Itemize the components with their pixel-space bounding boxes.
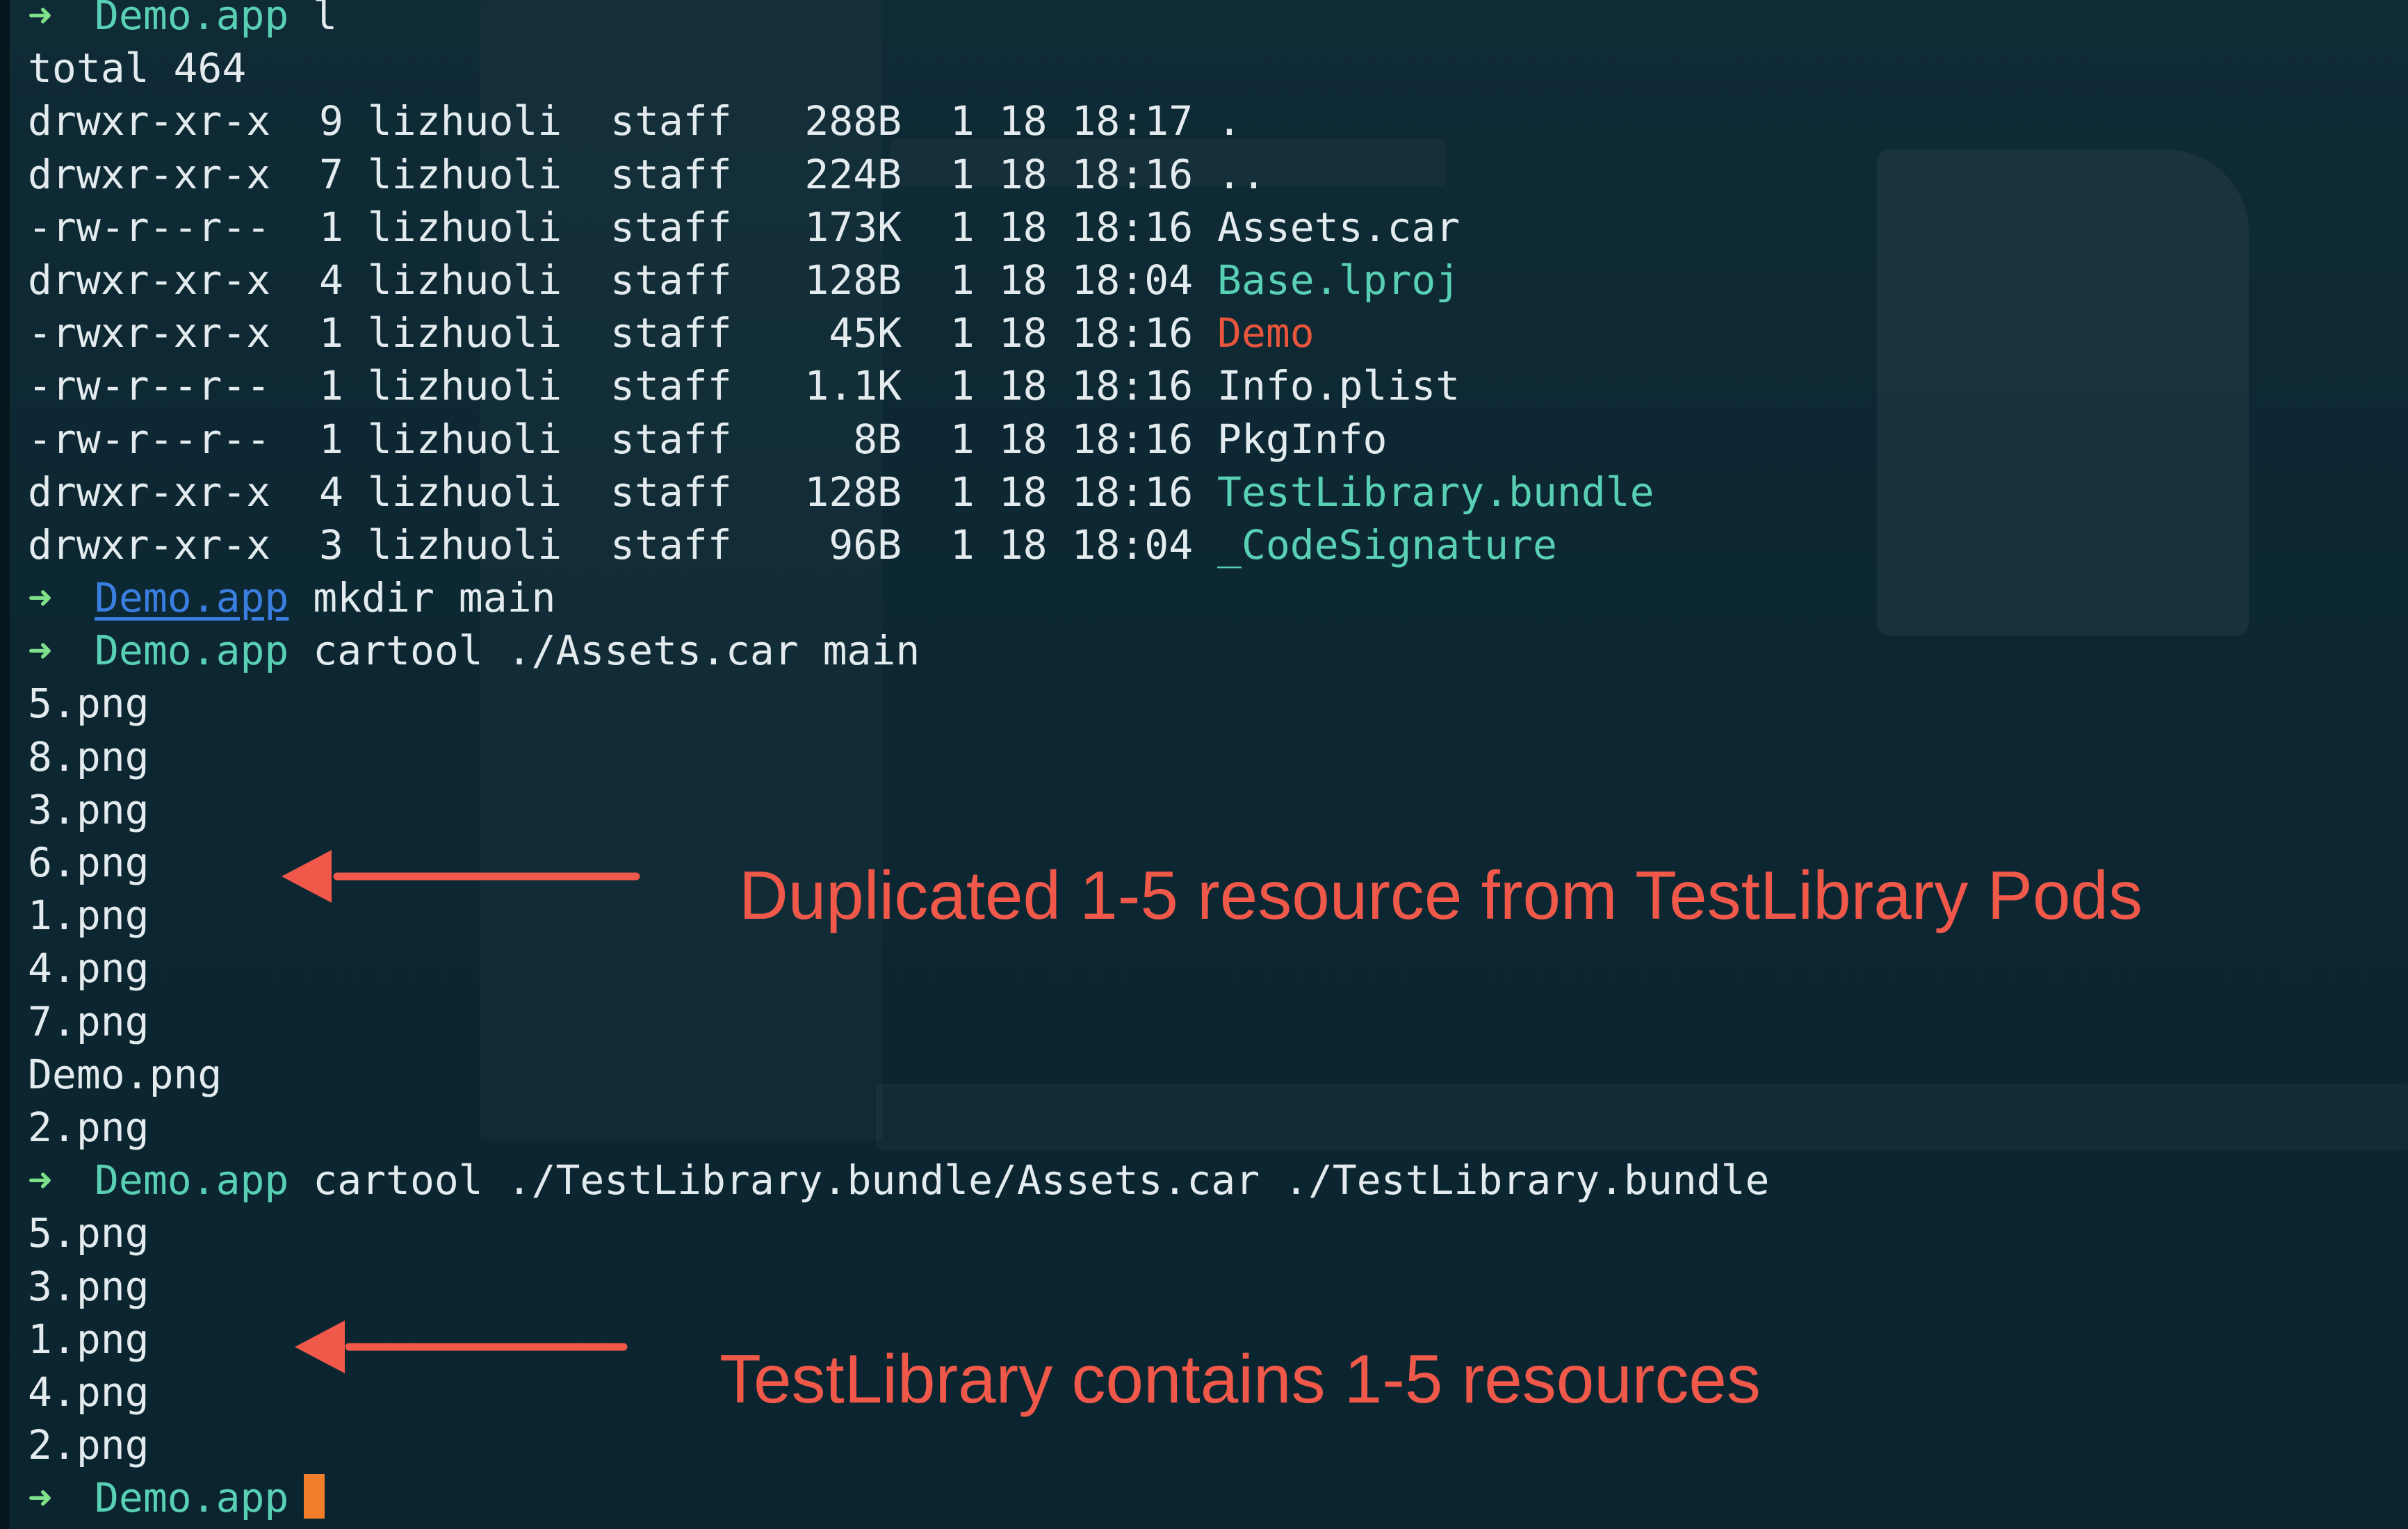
terminal-line: 2.png (28, 1101, 1769, 1154)
text-cursor[interactable] (304, 1474, 325, 1519)
ls-entry-meta: drwxr-xr-x 7 lizhuoli staff 224B 1 18 18… (28, 150, 1218, 198)
prompt-arrow-icon: ➜ (28, 1156, 52, 1204)
prompt-directory: Demo.app (95, 0, 289, 39)
output-text: 7.png (28, 997, 149, 1045)
ls-entry-meta: -rwxr-xr-x 1 lizhuoli staff 45K 1 18 18:… (28, 309, 1218, 357)
prompt-arrow-icon: ➜ (28, 627, 52, 675)
ls-entry-name: Base.lproj (1217, 256, 1461, 304)
terminal-line: 8.png (28, 730, 1769, 783)
ls-entry-meta: -rw-r--r-- 1 lizhuoli staff 8B 1 18 18:1… (28, 415, 1218, 463)
terminal-line: drwxr-xr-x 4 lizhuoli staff 128B 1 18 18… (28, 254, 1769, 306)
terminal-line: -rwxr-xr-x 1 lizhuoli staff 45K 1 18 18:… (28, 306, 1769, 359)
terminal-line: total 464 (28, 42, 1769, 95)
annotation-arrow-2 (295, 1320, 628, 1373)
terminal-line: -rw-r--r-- 1 lizhuoli staff 8B 1 18 18:1… (28, 413, 1769, 466)
output-text: 1.png (28, 1315, 149, 1363)
terminal-left-edge (0, 0, 10, 1529)
terminal-output[interactable]: ➜ Demo.app l total 464 drwxr-xr-x 9 lizhuol… (28, 0, 1769, 1524)
ls-entry-name: _CodeSignature (1217, 521, 1557, 569)
output-text: 4.png (28, 1368, 149, 1416)
output-text: 3.png (28, 1262, 149, 1310)
command-text: cartool ./Assets.car main (313, 627, 920, 675)
terminal-line: 7.png (28, 995, 1769, 1048)
ls-entry-name: PkgInfo (1217, 415, 1388, 463)
ls-entry-meta: drwxr-xr-x 3 lizhuoli staff 96B 1 18 18:… (28, 521, 1218, 569)
ls-entry-name: Info.plist (1217, 362, 1461, 410)
ls-entry-meta: drwxr-xr-x 9 lizhuoli staff 288B 1 18 18… (28, 97, 1218, 145)
terminal-line: ➜ Demo.app cartool ./TestLibrary.bundle/A… (28, 1154, 1769, 1207)
ls-entry-meta: -rw-r--r-- 1 lizhuoli staff 173K 1 18 18… (28, 203, 1218, 251)
output-text: 2.png (28, 1421, 149, 1469)
prompt-directory: Demo.app (95, 627, 289, 675)
terminal-line: ➜ Demo.app (28, 1471, 1769, 1524)
ls-entry-name: .. (1217, 150, 1266, 198)
terminal-line: -rw-r--r-- 1 lizhuoli staff 173K 1 18 18… (28, 201, 1769, 254)
ls-entry-meta: drwxr-xr-x 4 lizhuoli staff 128B 1 18 18… (28, 468, 1218, 516)
terminal-line: 5.png (28, 1207, 1769, 1259)
ls-entry-meta: -rw-r--r-- 1 lizhuoli staff 1.1K 1 18 18… (28, 362, 1218, 410)
prompt-arrow-icon: ➜ (28, 574, 52, 622)
output-text: 2.png (28, 1103, 149, 1151)
prompt-directory: Demo.app (95, 1474, 289, 1522)
output-text: 3.png (28, 785, 149, 833)
prompt-arrow-icon: ➜ (28, 0, 52, 39)
terminal-line: drwxr-xr-x 9 lizhuoli staff 288B 1 18 18… (28, 95, 1769, 147)
annotation-testlibrary: TestLibrary contains 1-5 resources (719, 1341, 1761, 1417)
output-text: 4.png (28, 945, 149, 992)
background-file-icon (1877, 149, 2249, 636)
output-text: total 464 (28, 44, 247, 92)
ls-entry-name: . (1217, 97, 1242, 145)
output-text: 8.png (28, 733, 149, 780)
ls-entry-name: TestLibrary.bundle (1217, 468, 1654, 516)
ls-entry-name: Demo (1217, 309, 1315, 357)
output-text: 5.png (28, 1209, 149, 1257)
ls-entry-name: Assets.car (1217, 203, 1461, 251)
terminal-line: 3.png (28, 1260, 1769, 1313)
annotation-duplicated: Duplicated 1-5 resource from TestLibrary… (739, 857, 2143, 933)
terminal-line: -rw-r--r-- 1 lizhuoli staff 1.1K 1 18 18… (28, 359, 1769, 412)
prompt-directory: Demo.app (95, 1156, 289, 1204)
output-text: 5.png (28, 680, 149, 728)
terminal-line: drwxr-xr-x 7 lizhuoli staff 224B 1 18 18… (28, 148, 1769, 201)
prompt-arrow-icon: ➜ (28, 1474, 52, 1522)
prompt-directory[interactable]: Demo.app (95, 574, 288, 621)
output-text: 6.png (28, 839, 149, 886)
terminal-line: 4.png (28, 942, 1769, 995)
command-text: l (313, 0, 338, 39)
terminal-line: drwxr-xr-x 4 lizhuoli staff 128B 1 18 18… (28, 466, 1769, 518)
command-text: cartool ./TestLibrary.bundle/Assets.car … (313, 1156, 1770, 1204)
terminal-line: drwxr-xr-x 3 lizhuoli staff 96B 1 18 18:… (28, 518, 1769, 571)
terminal-line: Demo.png (28, 1048, 1769, 1101)
terminal-line: 3.png (28, 783, 1769, 836)
terminal-line: ➜ Demo.app cartool ./Assets.car main (28, 624, 1769, 677)
terminal-line: 2.png (28, 1418, 1769, 1471)
command-text: mkdir main (313, 574, 556, 622)
terminal-line: ➜ Demo.app l (28, 0, 1769, 42)
terminal-window[interactable]: ➜ Demo.app l total 464 drwxr-xr-x 9 lizhuol… (0, 0, 2408, 1529)
terminal-line: ➜ Demo.app mkdir main (28, 571, 1769, 624)
terminal-line: 5.png (28, 677, 1769, 730)
annotation-arrow-1 (282, 850, 640, 903)
output-text: 1.png (28, 892, 149, 940)
output-text: Demo.png (28, 1050, 222, 1098)
ls-entry-meta: drwxr-xr-x 4 lizhuoli staff 128B 1 18 18… (28, 256, 1218, 304)
